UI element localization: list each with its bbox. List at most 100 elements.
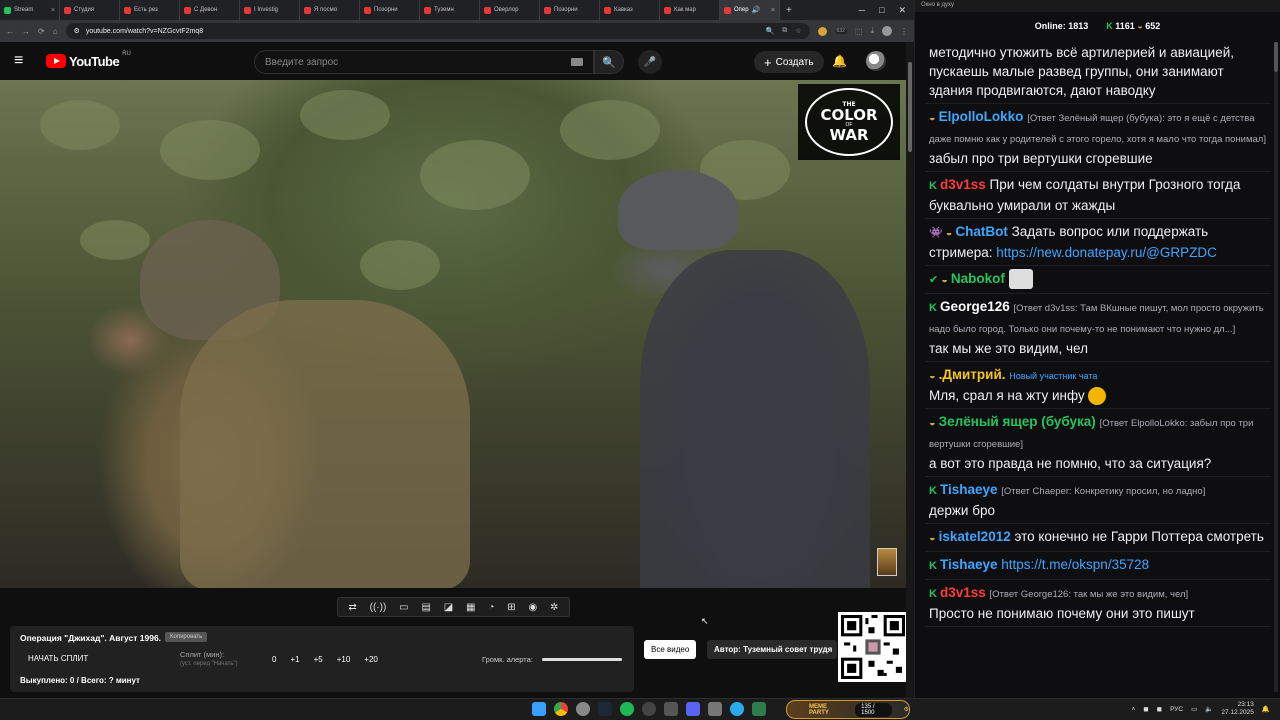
spotify-icon[interactable] (620, 702, 634, 716)
browser-tab[interactable]: Студия (60, 0, 120, 20)
audio-icon[interactable]: 🔊 (752, 6, 761, 14)
avatar[interactable] (866, 51, 886, 71)
browser-tab[interactable]: С Девон (180, 0, 240, 20)
username[interactable]: Tishaeye (940, 482, 998, 497)
gear-app-icon[interactable] (576, 702, 590, 716)
start-split-button[interactable]: НАЧАТЬ СПЛИТ (28, 654, 88, 663)
video-player[interactable]: THE COLOR OF WAR (0, 80, 906, 588)
browser-tab[interactable]: Позорни (360, 0, 420, 20)
app-icon[interactable] (708, 702, 722, 716)
alert-volume-slider[interactable] (542, 658, 622, 661)
home-icon[interactable]: ⌂ (53, 27, 58, 36)
loop-icon[interactable]: ⇄ (348, 602, 356, 613)
message-link[interactable]: https://new.donatepay.ru/@GRPZDC (996, 245, 1217, 260)
url-field[interactable]: ⚙ youtube.com/watch?v=NZGcvtF2mq8 🔍 ⧉ ☆ (65, 23, 810, 39)
browser-tab[interactable]: Позорни (540, 0, 600, 20)
add-icon[interactable]: ⊞ (507, 602, 515, 613)
tray-app-icon[interactable]: ◼ (1143, 705, 1148, 713)
volume-icon[interactable]: 🔈 (1205, 705, 1213, 713)
username[interactable]: ChatBot (955, 224, 1008, 239)
reload-icon[interactable]: ⟳ (38, 27, 45, 36)
close-window-icon[interactable]: ✕ (898, 5, 906, 16)
maximize-icon[interactable]: □ (879, 5, 884, 16)
menu-icon[interactable]: ⋮ (900, 27, 908, 36)
clip-icon[interactable]: ▤ (421, 602, 430, 613)
site-info-icon[interactable]: ⚙ (74, 27, 80, 35)
language-indicator[interactable]: РУС (1170, 706, 1183, 713)
hamburger-menu-icon[interactable]: ≡ (14, 52, 42, 70)
browser-tab[interactable]: Есть рез (120, 0, 180, 20)
install-icon[interactable]: ⧉ (782, 27, 787, 35)
clock[interactable]: 23:13 27.12.2025 (1221, 701, 1254, 717)
scrollbar-thumb[interactable] (908, 62, 912, 152)
split-zero-button[interactable]: 0 (272, 655, 276, 664)
chat-scrollbar-thumb[interactable] (1274, 42, 1278, 72)
copy-button[interactable]: Копировать (165, 632, 208, 642)
page-scrollbar[interactable] (906, 42, 914, 698)
network-icon[interactable]: ▭ (1191, 705, 1197, 713)
meme-party-widget[interactable]: MEME PARTY 135 / 1500 ⚙ (786, 700, 910, 719)
back-icon[interactable]: ← (6, 27, 14, 36)
username[interactable]: d3v1ss (940, 177, 986, 192)
windows-start-icon[interactable] (532, 702, 546, 716)
subtitles-icon[interactable]: ▦ (466, 602, 475, 613)
settings-icon[interactable]: ✲ (550, 602, 558, 613)
forward-icon[interactable]: → (22, 27, 30, 36)
puzzle-icon[interactable]: ⬚ (855, 27, 863, 36)
settings-icon[interactable]: ⚙ (904, 706, 909, 713)
chat-scrollbar[interactable] (1274, 42, 1278, 692)
search-button[interactable]: 🔍 (594, 50, 624, 74)
profile-icon[interactable] (882, 26, 892, 36)
username[interactable]: Зелёный ящер (бубука) (939, 414, 1096, 429)
cast-icon[interactable]: ▭ (399, 602, 408, 613)
speed-icon[interactable]: ◔ (488, 602, 494, 613)
voice-search-button[interactable]: 🎤 (638, 50, 662, 74)
app-icon[interactable] (664, 702, 678, 716)
split-plus10-button[interactable]: +10 (337, 655, 351, 664)
chrome-icon[interactable] (554, 702, 568, 716)
split-plus20-button[interactable]: +20 (364, 655, 378, 664)
keyboard-icon[interactable] (571, 58, 583, 66)
youtube-logo[interactable]: YouTube RU (46, 51, 131, 69)
browser-tab-active[interactable]: Опер 🔊 × (720, 0, 780, 20)
zoom-icon[interactable]: 🔍 (766, 27, 775, 35)
bookmark-icon[interactable]: ☆ (795, 27, 801, 35)
overlay-thumbnail[interactable] (877, 548, 897, 576)
discord-icon[interactable] (686, 702, 700, 716)
username[interactable]: Tishaeye (940, 557, 998, 572)
steam-icon[interactable] (598, 702, 612, 716)
screenshot-icon[interactable]: ◉ (528, 602, 537, 613)
split-plus5-button[interactable]: +5 (314, 655, 323, 664)
obs-icon[interactable] (642, 702, 656, 716)
broadcast-icon[interactable]: ((·)) (370, 602, 387, 613)
download-icon[interactable]: ⤓ (870, 26, 874, 36)
split-plus1-button[interactable]: +1 (290, 655, 299, 664)
telegram-icon[interactable] (730, 702, 744, 716)
username[interactable]: .Дмитрий. (939, 367, 1006, 382)
browser-tab[interactable]: Как мар (660, 0, 720, 20)
username[interactable]: d3v1ss (940, 585, 986, 600)
pip-icon[interactable]: ◪ (444, 602, 453, 613)
minimize-icon[interactable]: ─ (859, 5, 865, 16)
tray-arrow-icon[interactable]: ˄ (1131, 706, 1135, 713)
browser-tab[interactable]: Туземн (420, 0, 480, 20)
username[interactable]: Nabokof (951, 271, 1005, 286)
close-tab-icon[interactable]: × (771, 7, 775, 14)
browser-tab[interactable]: I Investig (240, 0, 300, 20)
close-tab-icon[interactable]: × (51, 7, 55, 14)
username[interactable]: ElpolloLokko (939, 109, 1024, 124)
browser-tab[interactable]: Я посмо (300, 0, 360, 20)
browser-tab[interactable]: Stream × (0, 0, 60, 20)
message-link[interactable]: https://t.me/okspn/35728 (1001, 557, 1149, 572)
search-input[interactable]: Введите запрос (254, 50, 594, 74)
tray-app-icon[interactable]: ◼ (1157, 705, 1162, 713)
username[interactable]: George126 (940, 299, 1010, 314)
notification-icon[interactable]: 🔔 (1262, 705, 1270, 713)
browser-tab[interactable]: Кавказ (600, 0, 660, 20)
username[interactable]: iskatel2012 (939, 529, 1011, 544)
author-button[interactable]: Автор: Туземный совет трудя (707, 640, 837, 659)
app-icon[interactable] (752, 702, 766, 716)
new-tab-icon[interactable]: + (786, 5, 792, 16)
notifications-bell-icon[interactable]: 🔔 (832, 54, 847, 68)
extension-icon[interactable] (817, 26, 827, 36)
